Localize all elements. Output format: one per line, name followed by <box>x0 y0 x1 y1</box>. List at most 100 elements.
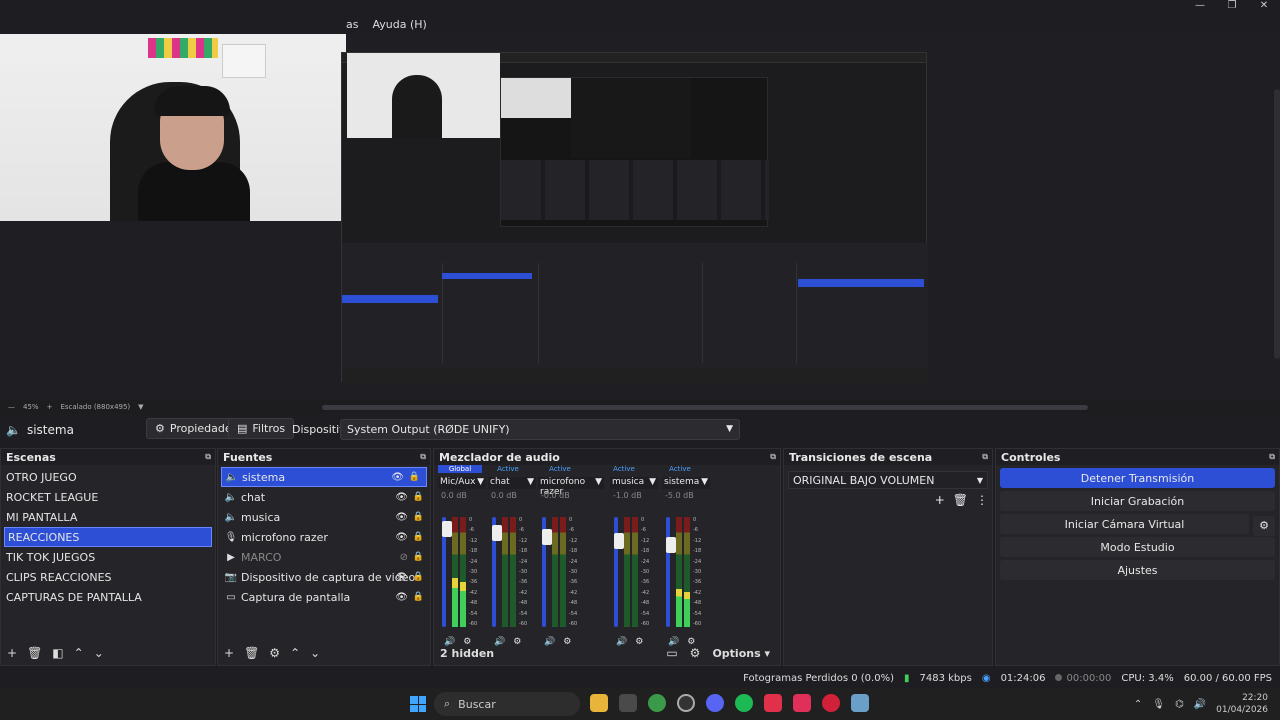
microphone-icon[interactable]: 🎙 <box>1152 699 1165 710</box>
eye-icon[interactable]: 👁 <box>391 472 404 483</box>
zoom-in-icon[interactable]: + <box>47 403 53 411</box>
more-icon[interactable]: ⋮ <box>976 493 988 507</box>
trash-icon[interactable]: 🗑 <box>244 646 259 660</box>
options-button[interactable]: Options ▾ <box>712 647 770 660</box>
eye-icon[interactable]: 👁 <box>395 532 408 543</box>
mixer-tab[interactable]: Active <box>658 465 702 473</box>
start-virtual-camera-button[interactable]: Iniciar Cámara Virtual <box>1000 514 1249 534</box>
stop-streaming-button[interactable]: Detener Transmisión <box>1000 468 1275 488</box>
add-icon[interactable]: + <box>224 646 234 660</box>
channel-header[interactable]: chat ▼ <box>488 477 536 489</box>
source-item[interactable]: ▭ Captura de pantalla 👁 🔒 <box>218 587 430 607</box>
move-up-icon[interactable]: ⌃ <box>74 646 84 660</box>
source-item[interactable]: ▶ MARCO ⊘ 🔒 <box>218 547 430 567</box>
scene-item[interactable]: CAPTURAS DE PANTALLA <box>1 587 215 607</box>
add-icon[interactable]: + <box>7 646 17 660</box>
volume-slider[interactable] <box>442 517 452 627</box>
volume-icon[interactable]: 🔊 <box>1194 699 1206 710</box>
transition-select[interactable]: ORIGINAL BAJO VOLUMEN ▼ <box>788 471 988 489</box>
slider-knob[interactable] <box>542 529 552 545</box>
settings-button[interactable]: Ajustes <box>1000 560 1275 580</box>
slider-knob[interactable] <box>666 537 676 553</box>
channel-header[interactable]: Mic/Aux ▼ <box>438 477 486 489</box>
zoom-out-icon[interactable]: — <box>8 403 15 411</box>
menu-item-help[interactable]: Ayuda (H) <box>372 18 426 31</box>
trash-icon[interactable]: 🗑 <box>953 493 968 507</box>
preview-horizontal-scrollbar[interactable] <box>322 405 1088 410</box>
gear-icon[interactable]: ⚙ <box>1253 516 1275 536</box>
slider-knob[interactable] <box>442 521 452 537</box>
chrome-icon[interactable] <box>648 694 666 712</box>
mixer-tab[interactable]: Global <box>438 465 482 473</box>
hidden-count[interactable]: 2 hidden <box>440 647 494 660</box>
clock[interactable]: 22:20 01/04/2026 <box>1216 692 1268 716</box>
move-up-icon[interactable]: ⌃ <box>290 646 300 660</box>
app-icon[interactable] <box>851 694 869 712</box>
eye-icon[interactable]: 👁 <box>395 492 408 503</box>
chevron-down-icon[interactable]: ▼ <box>138 403 143 411</box>
lock-icon[interactable]: 🔒 <box>413 592 424 602</box>
channel-header[interactable]: sistema ▼ <box>662 477 710 489</box>
volume-slider[interactable] <box>666 517 676 627</box>
minimize-icon[interactable]: — <box>1184 0 1216 14</box>
maximize-icon[interactable]: ❐ <box>1216 0 1248 14</box>
lock-icon[interactable]: 🔒 <box>409 472 420 482</box>
store-icon[interactable] <box>619 694 637 712</box>
volume-slider[interactable] <box>614 517 624 627</box>
popout-icon[interactable]: ⧉ <box>205 452 211 462</box>
source-item[interactable]: 🎙 microfono razer 👁 🔒 <box>218 527 430 547</box>
layout-icon[interactable]: ▭ <box>666 646 677 660</box>
popout-icon[interactable]: ⧉ <box>1269 452 1275 462</box>
tiktok-icon[interactable] <box>793 694 811 712</box>
mixer-tab[interactable]: Active <box>602 465 646 473</box>
lock-icon[interactable]: 🔒 <box>413 512 424 522</box>
mixer-tab[interactable]: Active <box>486 465 530 473</box>
popout-icon[interactable]: ⧉ <box>420 452 426 462</box>
gear-icon[interactable]: ⚙ <box>269 646 280 660</box>
slider-knob[interactable] <box>492 525 502 541</box>
popout-icon[interactable]: ⧉ <box>770 452 776 462</box>
spotify-icon[interactable] <box>735 694 753 712</box>
eye-icon[interactable]: 👁 <box>395 592 408 603</box>
volume-slider[interactable] <box>492 517 502 627</box>
eye-icon[interactable]: 👁 <box>395 572 408 583</box>
source-item[interactable]: 🔈 sistema 👁 🔒 <box>221 467 427 487</box>
opera-icon[interactable] <box>822 694 840 712</box>
close-icon[interactable]: ✕ <box>1248 0 1280 14</box>
device-select[interactable]: System Output (RØDE UNIFY) ▼ <box>340 419 740 440</box>
lock-icon[interactable]: 🔒 <box>413 532 424 542</box>
obs-icon[interactable] <box>677 694 695 712</box>
advanced-audio-icon[interactable]: ⚙ <box>690 646 701 660</box>
windows-start-icon[interactable] <box>410 696 426 712</box>
eye-icon[interactable]: ⊘ <box>400 552 408 563</box>
channel-header[interactable]: musica ▼ <box>610 477 658 489</box>
source-item[interactable]: 📷 Dispositivo de captura de video 👁 🔒 <box>218 567 430 587</box>
lock-icon[interactable]: 🔒 <box>413 552 424 562</box>
scene-item[interactable]: REACCIONES <box>4 527 212 547</box>
studio-mode-button[interactable]: Modo Estudio <box>1000 537 1275 557</box>
filters-button[interactable]: ▤ Filtros <box>228 418 295 439</box>
menu-item-partial[interactable]: as <box>346 18 358 31</box>
channel-header[interactable]: microfono razer ▼ <box>538 477 604 497</box>
source-item[interactable]: 🔈 chat 👁 🔒 <box>218 487 430 507</box>
volume-slider[interactable] <box>542 517 552 627</box>
trash-icon[interactable]: 🗑 <box>27 646 42 660</box>
source-item[interactable]: 🔈 musica 👁 🔒 <box>218 507 430 527</box>
file-explorer-icon[interactable] <box>590 694 608 712</box>
move-down-icon[interactable]: ⌄ <box>310 646 320 660</box>
scene-item[interactable]: OTRO JUEGO <box>1 467 215 487</box>
chevron-up-icon[interactable]: ⌃ <box>1134 699 1142 710</box>
lock-icon[interactable]: 🔒 <box>413 572 424 582</box>
eye-icon[interactable]: 👁 <box>395 512 408 523</box>
lock-icon[interactable]: 🔒 <box>413 492 424 502</box>
start-recording-button[interactable]: Iniciar Grabación <box>1000 491 1275 511</box>
preview-canvas[interactable] <box>0 34 1280 400</box>
taskbar-search[interactable]: ⌕ Buscar <box>434 692 580 716</box>
preview-vertical-scrollbar[interactable] <box>1274 89 1280 359</box>
popout-icon[interactable]: ⧉ <box>982 452 988 462</box>
xsplit-icon[interactable] <box>764 694 782 712</box>
scene-item[interactable]: MI PANTALLA <box>1 507 215 527</box>
slider-knob[interactable] <box>614 533 624 549</box>
scene-item[interactable]: ROCKET LEAGUE <box>1 487 215 507</box>
mixer-tab[interactable]: Active <box>538 465 582 473</box>
